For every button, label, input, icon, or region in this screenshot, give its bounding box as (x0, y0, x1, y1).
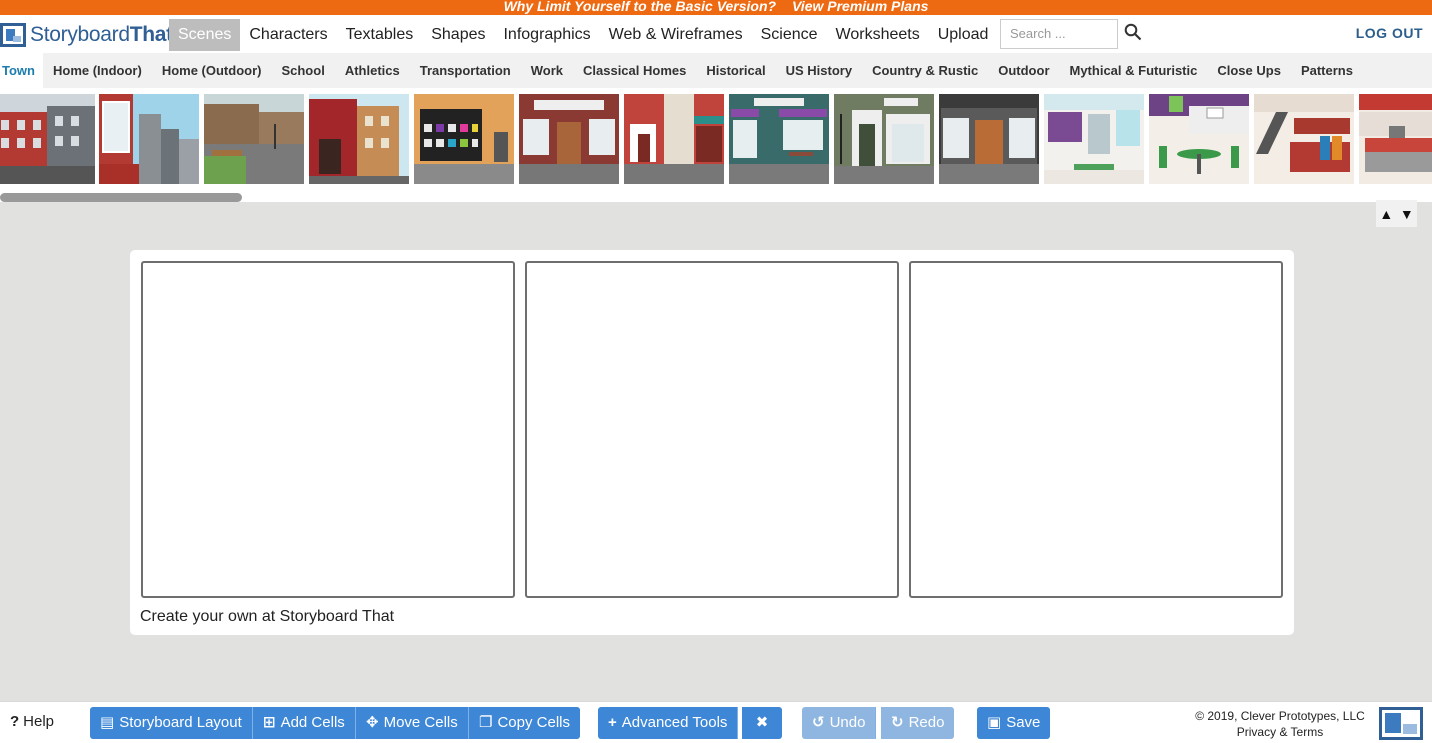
tab-home-indoor[interactable]: Home (Indoor) (43, 53, 152, 88)
scene-thumb-store-checkout[interactable] (1359, 94, 1432, 184)
logo-icon (0, 23, 26, 47)
bottom-toolbar: ? Help ▤ Storyboard Layout ⊞ Add Cells ✥ Mov… (0, 701, 1432, 743)
tab-us-history[interactable]: US History (776, 53, 862, 88)
scrollbar-thumb[interactable] (0, 193, 242, 202)
footer-info: © 2019, Clever Prototypes, LLC Privacy &… (1190, 708, 1370, 740)
arrow-down-icon[interactable]: ▼ (1400, 206, 1414, 222)
nav-textables[interactable]: Textables (337, 19, 423, 51)
promo-text[interactable]: Why Limit Yourself to the Basic Version? (504, 0, 777, 14)
scene-strip-toggle: ▲ ▼ (1376, 200, 1417, 227)
scene-thumb-food-court[interactable] (1149, 94, 1249, 184)
scene-thumb-brick-row-houses[interactable] (0, 94, 95, 184)
nav-upload[interactable]: Upload (929, 19, 998, 51)
scene-thumb-classic-white-storefront[interactable] (834, 94, 934, 184)
layout-icon: ▤ (100, 714, 115, 731)
move-icon: ✥ (366, 714, 379, 731)
storyboard-layout-button[interactable]: ▤ Storyboard Layout (90, 707, 253, 739)
tab-home-outdoor[interactable]: Home (Outdoor) (152, 53, 272, 88)
tab-athletics[interactable]: Athletics (335, 53, 410, 88)
fullscreen-button[interactable]: ✖ (742, 707, 782, 739)
nav-science[interactable]: Science (752, 19, 827, 51)
undo-button[interactable]: ↺ Undo (802, 707, 877, 739)
storyboard-canvas: Create your own at Storyboard That (130, 250, 1294, 635)
search-input[interactable]: Search ... (1000, 19, 1118, 49)
tab-work[interactable]: Work (521, 53, 573, 88)
copy-icon: ❐ (479, 714, 493, 731)
tab-school[interactable]: School (271, 53, 334, 88)
nav-scenes[interactable]: Scenes (169, 19, 241, 51)
help-link[interactable]: ? Help (10, 713, 54, 730)
nav-infographics[interactable]: Infographics (494, 19, 599, 51)
tab-close-ups[interactable]: Close Ups (1207, 53, 1291, 88)
help-label: Help (23, 713, 55, 730)
copyright-text: © 2019, Clever Prototypes, LLC (1195, 709, 1365, 723)
scene-thumb-red-storefront-awning[interactable] (624, 94, 724, 184)
storyboard-cell-2[interactable] (525, 261, 899, 598)
tab-patterns[interactable]: Patterns (1291, 53, 1363, 88)
redo-button[interactable]: ↻ Redo (881, 707, 955, 739)
nav-shapes[interactable]: Shapes (422, 19, 494, 51)
scene-thumb-dark-storefront[interactable] (939, 94, 1039, 184)
nav-characters[interactable]: Characters (240, 19, 336, 51)
tab-country-rustic[interactable]: Country & Rustic (862, 53, 988, 88)
storyboardthat-logo[interactable]: StoryboardThat (0, 20, 173, 50)
save-icon: ▣ (987, 714, 1002, 731)
scene-category-tabs: Town Home (Indoor) Home (Outdoor) School… (0, 53, 1432, 88)
storyboard-cell-1[interactable] (141, 261, 515, 598)
storyboard-caption: Create your own at Storyboard That (140, 608, 395, 625)
tab-transportation[interactable]: Transportation (410, 53, 521, 88)
scene-thumb-red-brick-building[interactable] (309, 94, 409, 184)
undo-icon: ↺ (812, 714, 825, 731)
tab-classical-homes[interactable]: Classical Homes (573, 53, 696, 88)
scene-thumb-city-skyline-window[interactable] (99, 94, 199, 184)
search-icon[interactable] (1124, 23, 1142, 41)
scene-thumb-community-bulletin-board[interactable] (414, 94, 514, 184)
scene-thumbnail-strip (0, 88, 1432, 202)
plus-icon: + (608, 714, 617, 731)
advanced-tools-button[interactable]: + Advanced Tools (598, 707, 739, 739)
scene-thumb-store-interior-escalator[interactable] (1254, 94, 1354, 184)
move-cells-button[interactable]: ✥ Move Cells (356, 707, 469, 739)
privacy-terms-link[interactable]: Privacy & Terms (1190, 724, 1370, 740)
add-cells-button[interactable]: ⊞ Add Cells (253, 707, 356, 739)
logo-text: StoryboardThat (30, 23, 173, 46)
scene-thumb-city-park-bench[interactable] (204, 94, 304, 184)
question-icon: ? (10, 713, 20, 730)
tab-outdoor[interactable]: Outdoor (988, 53, 1059, 88)
add-cells-icon: ⊞ (263, 714, 276, 731)
scene-thumb-mall-interior-escalator[interactable] (1044, 94, 1144, 184)
save-button[interactable]: ▣ Save (977, 707, 1051, 739)
nav-worksheets[interactable]: Worksheets (827, 19, 929, 51)
tab-historical[interactable]: Historical (696, 53, 775, 88)
main-nav: Scenes Characters Textables Shapes Infog… (169, 19, 997, 51)
expand-icon: ✖ (755, 714, 769, 731)
scene-thumb-purple-awning-cafe[interactable] (729, 94, 829, 184)
redo-icon: ↻ (891, 714, 904, 731)
logout-link[interactable]: LOG OUT (1356, 25, 1423, 41)
copy-cells-button[interactable]: ❐ Copy Cells (469, 707, 580, 739)
view-premium-plans-link[interactable]: View Premium Plans (792, 0, 928, 14)
nav-web-wireframes[interactable]: Web & Wireframes (600, 19, 752, 51)
scene-thumb-storefront-brown-door[interactable] (519, 94, 619, 184)
storyboardthat-logo-icon[interactable] (1379, 707, 1423, 740)
arrow-up-icon[interactable]: ▲ (1379, 206, 1393, 222)
premium-promo-banner[interactable]: Why Limit Yourself to the Basic Version?… (0, 0, 1432, 15)
storyboard-cell-3[interactable] (909, 261, 1283, 598)
top-header: StoryboardThat Scenes Characters Textabl… (0, 15, 1432, 53)
tab-mythical-futuristic[interactable]: Mythical & Futuristic (1060, 53, 1208, 88)
tab-town[interactable]: Town (0, 53, 43, 88)
